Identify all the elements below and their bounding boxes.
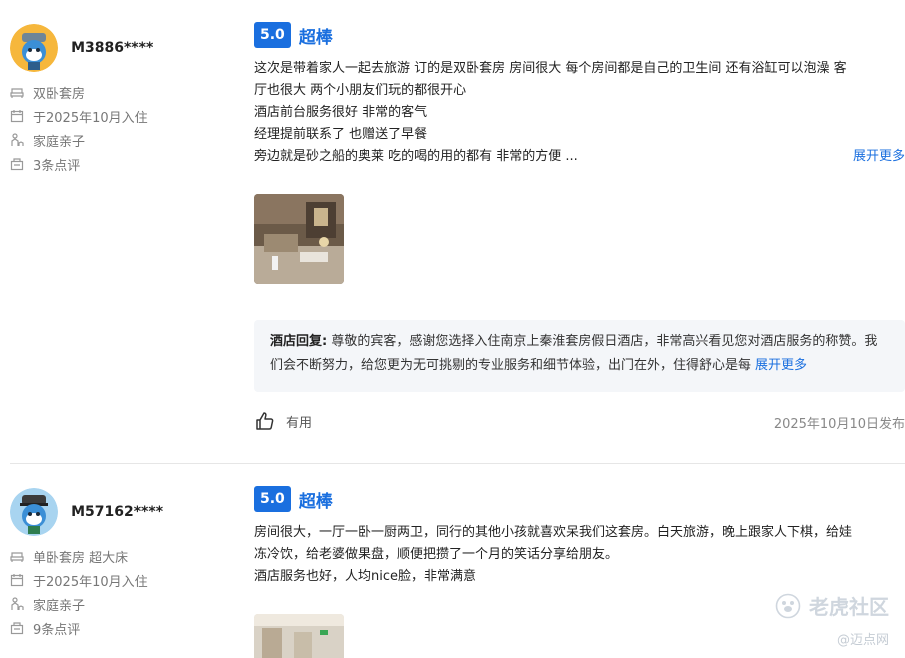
review-line: 经理提前联系了 也赠送了早餐 bbox=[254, 127, 428, 142]
score-label: 超棒 bbox=[298, 491, 333, 512]
watermark-sub: @迈点网 bbox=[836, 633, 889, 648]
family-icon bbox=[10, 597, 24, 611]
review-content: 5.0 超棒 这次是带着家人一起去旅游 订的是双卧套房 房间很大 每个房间都是自… bbox=[254, 22, 905, 168]
review-line: 冻冷饮，给老婆做果盘，顺便把攒了一个月的笑话分享给朋友。 bbox=[254, 547, 619, 562]
review-count: 9条点评 bbox=[10, 616, 240, 640]
review-line: 房间很大，一厅一卧一厨两卫，同行的其他小孩就喜欢呆我们这套房。白天旅游，晚上跟家… bbox=[254, 525, 853, 540]
calendar-icon bbox=[10, 573, 24, 587]
trip-type: 家庭亲子 bbox=[10, 592, 240, 616]
trip-type: 家庭亲子 bbox=[10, 128, 240, 152]
bed-icon bbox=[10, 85, 24, 99]
publish-date: 2025年10月10日发布 bbox=[773, 417, 905, 432]
watermark: 老虎社区 bbox=[775, 591, 889, 620]
score-badge: 5.0 bbox=[254, 486, 291, 512]
room-type: 单卧套房 超大床 bbox=[10, 544, 240, 568]
stay-date: 于2025年10月入住 bbox=[10, 568, 240, 592]
comment-count-icon bbox=[10, 157, 24, 171]
helpful-button[interactable]: 有用 bbox=[254, 410, 312, 432]
rating: 5.0 超棒 bbox=[254, 486, 905, 512]
review-card: M3886**** 双卧套房 于2025年10月入住 家庭亲子 3条点评 5.0… bbox=[0, 0, 905, 463]
score-label: 超棒 bbox=[298, 27, 333, 48]
paw-icon bbox=[775, 593, 801, 619]
review-card: M57162**** 单卧套房 超大床 于2025年10月入住 家庭亲子 9条点… bbox=[0, 464, 905, 658]
thumbs-up-icon bbox=[254, 410, 276, 432]
hotel-reply: 酒店回复: 尊敬的宾客，感谢您选择入住南京上秦淮套房假日酒店，非常高兴看见您对酒… bbox=[254, 320, 905, 392]
review-line: 这次是带着家人一起去旅游 订的是双卧套房 房间很大 每个房间都是自己的卫生间 还… bbox=[254, 61, 847, 76]
review-text: 这次是带着家人一起去旅游 订的是双卧套房 房间很大 每个房间都是自己的卫生间 还… bbox=[254, 58, 905, 168]
review-line: 厅也很大 两个小朋友们玩的都很开心 bbox=[254, 83, 467, 98]
bed-icon bbox=[10, 549, 24, 563]
review-content: 5.0 超棒 房间很大，一厅一卧一厨两卫，同行的其他小孩就喜欢呆我们这套房。白天… bbox=[254, 486, 905, 588]
expand-more-link[interactable]: 展开更多 bbox=[853, 146, 905, 168]
helpful-label: 有用 bbox=[286, 415, 313, 431]
review-count: 3条点评 bbox=[10, 152, 240, 176]
reply-label: 酒店回复: bbox=[270, 334, 328, 349]
room-type: 双卧套房 bbox=[10, 80, 240, 104]
username: M3886**** bbox=[71, 40, 154, 56]
review-text: 房间很大，一厅一卧一厨两卫，同行的其他小孩就喜欢呆我们这套房。白天旅游，晚上跟家… bbox=[254, 522, 905, 588]
review-line: 酒店服务也好，人均nice脸，非常满意 bbox=[254, 569, 476, 584]
score-badge: 5.0 bbox=[254, 22, 291, 48]
review-line: 酒店前台服务很好 非常的客气 bbox=[254, 105, 428, 120]
review-line: 旁边就是砂之船的奥莱 吃的喝的用的都有 非常的方便 ... bbox=[254, 149, 578, 164]
comment-count-icon bbox=[10, 621, 24, 635]
review-photo[interactable] bbox=[254, 614, 344, 658]
rating: 5.0 超棒 bbox=[254, 22, 905, 48]
reviewer-info: M3886**** 双卧套房 于2025年10月入住 家庭亲子 3条点评 bbox=[10, 24, 240, 176]
reviewer-info: M57162**** 单卧套房 超大床 于2025年10月入住 家庭亲子 9条点… bbox=[10, 488, 240, 640]
avatar[interactable] bbox=[10, 24, 58, 72]
avatar[interactable] bbox=[10, 488, 58, 536]
stay-date: 于2025年10月入住 bbox=[10, 104, 240, 128]
username: M57162**** bbox=[71, 504, 164, 520]
family-icon bbox=[10, 133, 24, 147]
review-photo[interactable] bbox=[254, 194, 344, 284]
reply-expand-link[interactable]: 展开更多 bbox=[755, 358, 807, 373]
calendar-icon bbox=[10, 109, 24, 123]
